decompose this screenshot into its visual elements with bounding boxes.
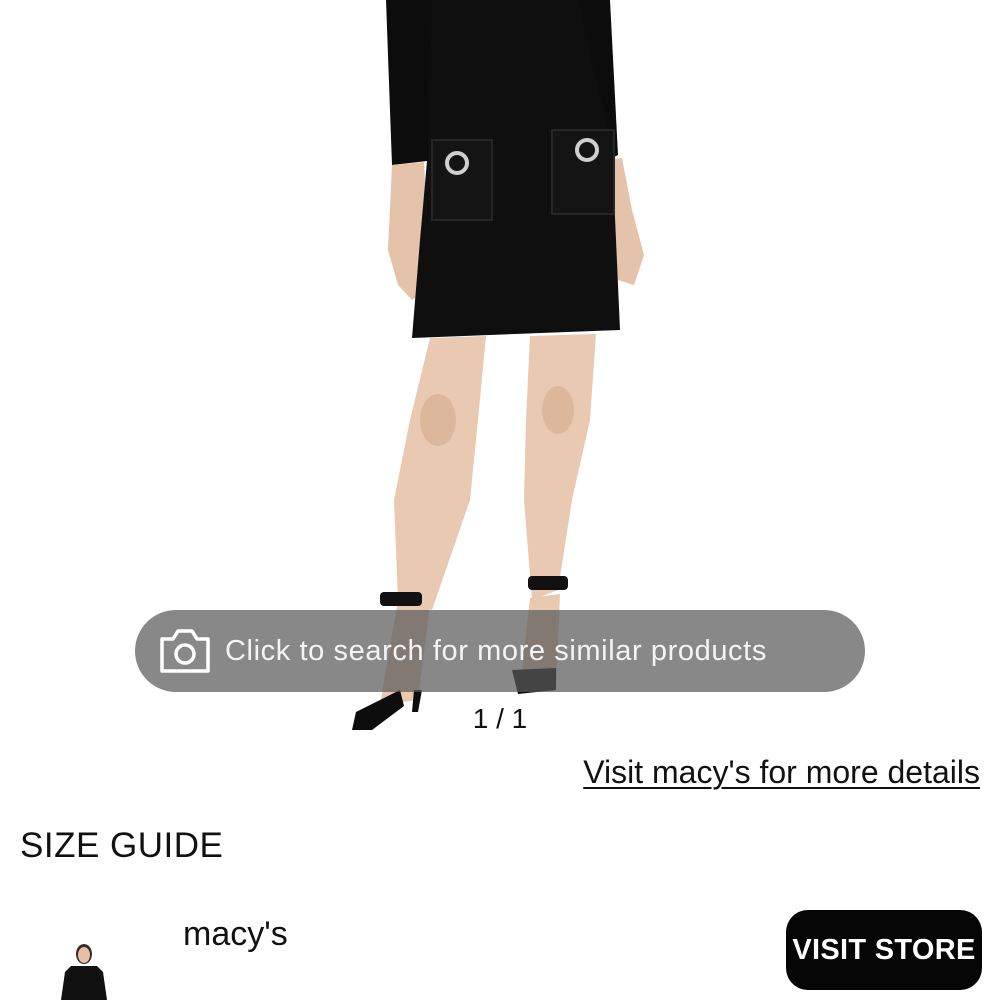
camera-icon [157,627,213,675]
store-product-thumbnail[interactable] [55,940,113,1000]
image-pager: 1 / 1 [472,703,528,734]
visit-store-button[interactable]: VISIT STORE [786,910,982,990]
retailer-details-link[interactable]: Visit macy's for more details [583,754,980,791]
product-detail-page: Click to search for more similar product… [0,0,1000,1000]
store-name: macy's [183,915,288,953]
size-guide-link[interactable]: SIZE GUIDE [20,826,223,866]
visual-search-button[interactable]: Click to search for more similar product… [135,610,865,692]
visual-search-label: Click to search for more similar product… [225,634,767,667]
